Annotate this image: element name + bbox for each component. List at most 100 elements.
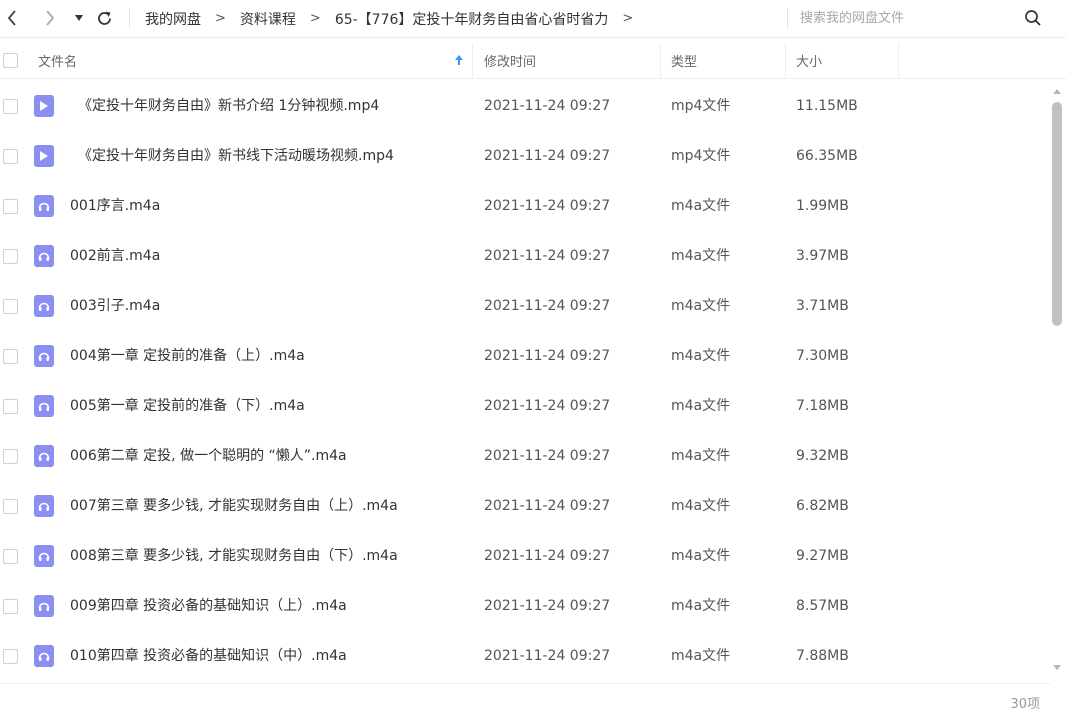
forward-button[interactable]	[40, 8, 60, 28]
audio-icon	[34, 545, 54, 567]
file-name[interactable]: 008第三章 要多少钱, 才能实现财务自由（下）.m4a	[70, 531, 398, 581]
row-checkbox[interactable]	[3, 449, 18, 464]
file-modified-time: 2021-11-24 09:27	[484, 598, 611, 614]
audio-icon	[34, 645, 54, 667]
search-icon[interactable]	[1024, 9, 1042, 27]
row-checkbox[interactable]	[3, 549, 18, 564]
scrollbar-thumb[interactable]	[1052, 102, 1062, 326]
table-row[interactable]: 003引子.m4a 2021-11-24 09:27 m4a文件 3.71MB	[0, 281, 1050, 331]
breadcrumb-item-courses[interactable]: 资料课程	[240, 9, 296, 29]
file-name[interactable]: 《定投十年财务自由》新书介绍 1分钟视频.mp4	[78, 81, 379, 131]
search-input[interactable]	[800, 6, 1020, 30]
column-divider[interactable]	[472, 43, 473, 78]
file-name[interactable]: 004第一章 定投前的准备（上）.m4a	[70, 331, 305, 381]
row-checkbox[interactable]	[3, 349, 18, 364]
file-size: 7.30MB	[796, 348, 849, 364]
column-header-name[interactable]: 文件名	[38, 43, 77, 78]
file-type: m4a文件	[671, 398, 731, 414]
file-name[interactable]: 《定投十年财务自由》新书线下活动暖场视频.mp4	[78, 131, 394, 181]
column-header-size[interactable]: 大小	[796, 43, 822, 78]
table-row[interactable]: 009第四章 投资必备的基础知识（上）.m4a 2021-11-24 09:27…	[0, 581, 1050, 631]
file-name[interactable]: 009第四章 投资必备的基础知识（上）.m4a	[70, 581, 347, 631]
row-checkbox[interactable]	[3, 649, 18, 664]
file-size: 8.57MB	[796, 598, 849, 614]
table-row[interactable]: 001序言.m4a 2021-11-24 09:27 m4a文件 1.99MB	[0, 181, 1050, 231]
back-button[interactable]	[2, 8, 22, 28]
row-checkbox[interactable]	[3, 399, 18, 414]
file-size: 3.71MB	[796, 298, 849, 314]
file-size: 6.82MB	[796, 498, 849, 514]
breadcrumb: 我的网盘 > 资料课程 > 65-【776】定投十年财务自由省心省时省力 >	[145, 0, 647, 37]
table-row[interactable]: 005第一章 定投前的准备（下）.m4a 2021-11-24 09:27 m4…	[0, 381, 1050, 431]
file-name[interactable]: 002前言.m4a	[70, 231, 160, 281]
select-all-checkbox[interactable]	[3, 53, 18, 68]
file-name[interactable]: 001序言.m4a	[70, 181, 160, 231]
row-checkbox[interactable]	[3, 149, 18, 164]
file-name[interactable]: 010第四章 投资必备的基础知识（中）.m4a	[70, 631, 347, 681]
file-size: 66.35MB	[796, 148, 858, 164]
file-type: m4a文件	[671, 548, 731, 564]
toolbar-divider	[129, 8, 130, 28]
scroll-up-arrow-icon[interactable]	[1052, 87, 1062, 95]
file-size: 9.27MB	[796, 548, 849, 564]
file-type: mp4文件	[671, 148, 731, 164]
column-header-modified[interactable]: 修改时间	[484, 43, 536, 78]
breadcrumb-item-current-folder[interactable]: 65-【776】定投十年财务自由省心省时省力	[335, 9, 609, 29]
row-checkbox[interactable]	[3, 249, 18, 264]
table-row[interactable]: 007第三章 要多少钱, 才能实现财务自由（上）.m4a 2021-11-24 …	[0, 481, 1050, 531]
chevron-right-icon	[46, 10, 55, 26]
scroll-down-arrow-icon[interactable]	[1052, 664, 1062, 672]
refresh-button[interactable]	[94, 8, 114, 28]
breadcrumb-separator[interactable]: >	[622, 11, 633, 26]
refresh-icon	[97, 11, 111, 25]
search-divider	[787, 8, 788, 28]
history-dropdown-button[interactable]	[69, 8, 89, 28]
select-all-cell	[3, 43, 18, 78]
table-row[interactable]: 《定投十年财务自由》新书线下活动暖场视频.mp4 2021-11-24 09:2…	[0, 131, 1050, 181]
file-name[interactable]: 006第二章 定投, 做一个聪明的 “懒人”.m4a	[70, 431, 347, 481]
table-row[interactable]: 008第三章 要多少钱, 才能实现财务自由（下）.m4a 2021-11-24 …	[0, 531, 1050, 581]
breadcrumb-separator: >	[309, 11, 321, 26]
table-row[interactable]: 006第二章 定投, 做一个聪明的 “懒人”.m4a 2021-11-24 09…	[0, 431, 1050, 481]
file-modified-time: 2021-11-24 09:27	[484, 98, 611, 114]
table-row[interactable]: 004第一章 定投前的准备（上）.m4a 2021-11-24 09:27 m4…	[0, 331, 1050, 381]
caret-down-icon	[75, 15, 83, 21]
row-checkbox[interactable]	[3, 199, 18, 214]
file-size: 7.18MB	[796, 398, 849, 414]
audio-icon	[34, 395, 54, 417]
table-row[interactable]: 《定投十年财务自由》新书介绍 1分钟视频.mp4 2021-11-24 09:2…	[0, 81, 1050, 131]
video-icon	[34, 95, 54, 117]
table-row[interactable]: 002前言.m4a 2021-11-24 09:27 m4a文件 3.97MB	[0, 231, 1050, 281]
breadcrumb-item-my-drive[interactable]: 我的网盘	[145, 9, 201, 29]
file-modified-time: 2021-11-24 09:27	[484, 648, 611, 664]
file-name[interactable]: 007第三章 要多少钱, 才能实现财务自由（上）.m4a	[70, 481, 398, 531]
column-divider[interactable]	[660, 43, 661, 78]
file-modified-time: 2021-11-24 09:27	[484, 248, 611, 264]
row-checkbox[interactable]	[3, 599, 18, 614]
file-type: m4a文件	[671, 348, 731, 364]
file-modified-time: 2021-11-24 09:27	[484, 148, 611, 164]
file-type: m4a文件	[671, 198, 731, 214]
audio-icon	[34, 245, 54, 267]
file-size: 7.88MB	[796, 648, 849, 664]
column-divider[interactable]	[898, 43, 899, 78]
item-count: 30项	[1010, 697, 1040, 712]
row-checkbox[interactable]	[3, 99, 18, 114]
file-size: 11.15MB	[796, 98, 858, 114]
sort-ascending-icon[interactable]	[454, 54, 464, 66]
file-type: m4a文件	[671, 498, 731, 514]
file-size: 1.99MB	[796, 198, 849, 214]
audio-icon	[34, 195, 54, 217]
file-name[interactable]: 005第一章 定投前的准备（下）.m4a	[70, 381, 305, 431]
file-modified-time: 2021-11-24 09:27	[484, 198, 611, 214]
column-header-type[interactable]: 类型	[671, 43, 697, 78]
row-checkbox[interactable]	[3, 299, 18, 314]
file-name[interactable]: 003引子.m4a	[70, 281, 160, 331]
divider	[0, 683, 1050, 684]
column-divider[interactable]	[785, 43, 786, 78]
video-icon	[34, 145, 54, 167]
file-type: m4a文件	[671, 648, 731, 664]
audio-icon	[34, 445, 54, 467]
row-checkbox[interactable]	[3, 499, 18, 514]
table-row[interactable]: 010第四章 投资必备的基础知识（中）.m4a 2021-11-24 09:27…	[0, 631, 1050, 681]
